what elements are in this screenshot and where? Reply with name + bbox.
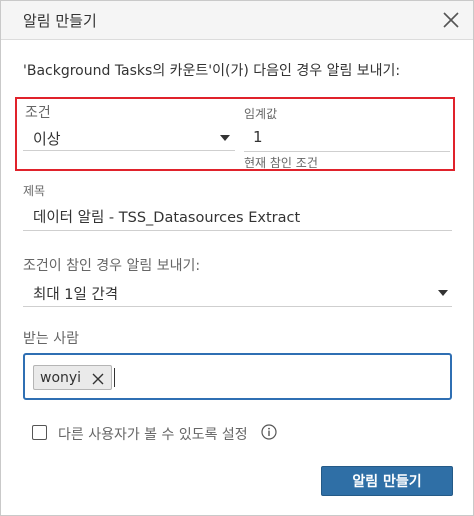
recipients-input[interactable]: wonyi <box>23 353 452 400</box>
visibility-checkbox[interactable] <box>32 425 47 440</box>
recipients-label: 받는 사람 <box>23 331 79 347</box>
chevron-down-icon[interactable] <box>220 135 230 141</box>
condition-section <box>15 97 455 171</box>
recipient-name: wonyi <box>40 369 82 386</box>
text-cursor <box>114 368 115 387</box>
threshold-underline <box>244 151 450 152</box>
frequency-label: 조건이 참인 경우 알림 보내기: <box>23 258 201 274</box>
dialog-titlebar: 알림 만들기 <box>1 1 473 40</box>
threshold-input[interactable]: 1 <box>253 128 263 146</box>
create-alert-button[interactable]: 알림 만들기 <box>321 466 453 496</box>
condition-select[interactable]: 이상 <box>33 128 61 149</box>
remove-icon[interactable] <box>91 371 105 385</box>
visibility-label: 다른 사용자가 볼 수 있도록 설정 <box>58 427 248 443</box>
close-icon[interactable] <box>439 8 463 32</box>
recipient-chip: wonyi <box>33 365 113 390</box>
alert-prompt: 'Background Tasks의 카운트'이(가) 다음인 경우 알림 보내… <box>23 63 401 79</box>
subject-input[interactable]: 데이터 알림 - TSS_Datasources Extract <box>33 206 300 227</box>
frequency-underline <box>23 306 452 307</box>
condition-status-text: 현재 참인 조건 <box>244 156 318 170</box>
chevron-down-icon[interactable] <box>438 290 448 296</box>
subject-underline <box>23 230 452 231</box>
dialog-title: 알림 만들기 <box>23 12 97 30</box>
threshold-label: 임계값 <box>244 107 278 121</box>
condition-label: 조건 <box>25 105 51 121</box>
subject-label: 제목 <box>23 184 46 198</box>
info-icon[interactable] <box>261 424 277 440</box>
frequency-select[interactable]: 최대 1일 간격 <box>33 283 118 304</box>
create-alert-dialog: 알림 만들기 'Background Tasks의 카운트'이(가) 다음인 경… <box>0 0 474 516</box>
condition-underline <box>23 150 235 151</box>
